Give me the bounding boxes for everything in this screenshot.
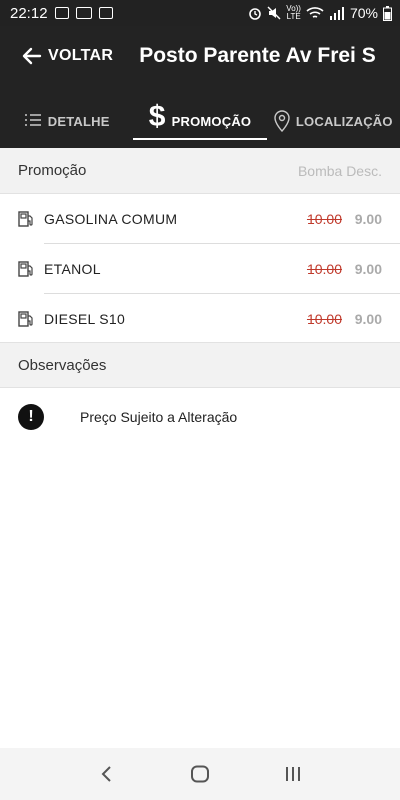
new-price: 9.00 [354, 311, 382, 327]
location-pin-icon [274, 110, 290, 132]
observation-text: Preço Sujeito a Alteração [80, 409, 238, 425]
arrow-left-icon [22, 47, 42, 65]
alarm-icon [249, 8, 262, 20]
new-price: 9.00 [354, 211, 382, 227]
nav-home-button[interactable] [180, 754, 220, 794]
tab-detalhe[interactable]: DETALHE [0, 86, 133, 148]
old-price: 10.00 [306, 261, 342, 277]
page-title: Posto Parente Av Frei S [139, 44, 376, 67]
exclamation-icon: ! [18, 404, 44, 430]
battery-icon [383, 5, 392, 21]
list-icon [24, 114, 41, 126]
nav-recents-button[interactable] [273, 754, 313, 794]
tab-promocao-label: PROMOÇÃO [171, 113, 252, 129]
obs-section-title: Observações [18, 356, 107, 374]
home-square-icon [190, 765, 209, 783]
nav-back-button[interactable] [87, 754, 127, 794]
voicemail-icon [98, 7, 113, 19]
tab-detalhe-label: DETALHE [47, 113, 110, 129]
fuel-row[interactable]: GASOLINA COMUM 10.00 9.00 [0, 194, 400, 244]
system-nav-bar [0, 748, 400, 800]
new-price: 9.00 [354, 261, 382, 277]
back-button[interactable]: VOLTAR [0, 26, 113, 86]
fuel-pump-icon [18, 261, 33, 277]
old-price: 10.00 [306, 211, 342, 227]
tab-promocao[interactable]: $ PROMOÇÃO [133, 86, 267, 148]
battery-level: 70% [349, 5, 378, 21]
fuel-name: DIESEL S10 [44, 311, 126, 327]
tab-localizacao[interactable]: LOCALIZAÇÃO [267, 86, 400, 148]
signal-icon [329, 7, 344, 20]
volte-icon: Vo)) LTE [286, 4, 301, 21]
fuel-name: ETANOL [44, 261, 101, 277]
fuel-pump-icon [18, 311, 33, 327]
image-icon [54, 7, 69, 19]
status-time: 22:12 [10, 4, 48, 22]
wifi-icon [306, 7, 324, 18]
chevron-left-icon [101, 766, 111, 782]
old-price: 10.00 [306, 311, 342, 327]
fuel-row[interactable]: DIESEL S10 10.00 9.00 [0, 294, 400, 344]
laptop-icon [75, 7, 92, 19]
promo-section-title: Promoção [18, 162, 87, 179]
app-bar: VOLTAR Posto Parente Av Frei S [0, 26, 400, 86]
observation-item: ! Preço Sujeito a Alteração [0, 390, 400, 444]
fuel-pump-icon [18, 211, 33, 227]
fuel-row[interactable]: ETANOL 10.00 9.00 [0, 244, 400, 294]
promo-section-header: Promoção Bomba Desc. [0, 148, 400, 194]
obs-section-header: Observações [0, 342, 400, 388]
tab-bar: DETALHE $ PROMOÇÃO LOCALIZAÇÃO [0, 86, 400, 148]
dollar-icon: $ [148, 100, 166, 133]
mute-icon [267, 6, 281, 20]
status-bar: 22:12 Vo)) LTE 70% [0, 0, 400, 26]
recents-icon [286, 767, 301, 781]
fuel-name: GASOLINA COMUM [44, 211, 178, 227]
tab-localizacao-label: LOCALIZAÇÃO [295, 113, 393, 129]
promo-section-right-label: Bomba Desc. [297, 162, 382, 179]
back-label: VOLTAR [48, 47, 114, 64]
